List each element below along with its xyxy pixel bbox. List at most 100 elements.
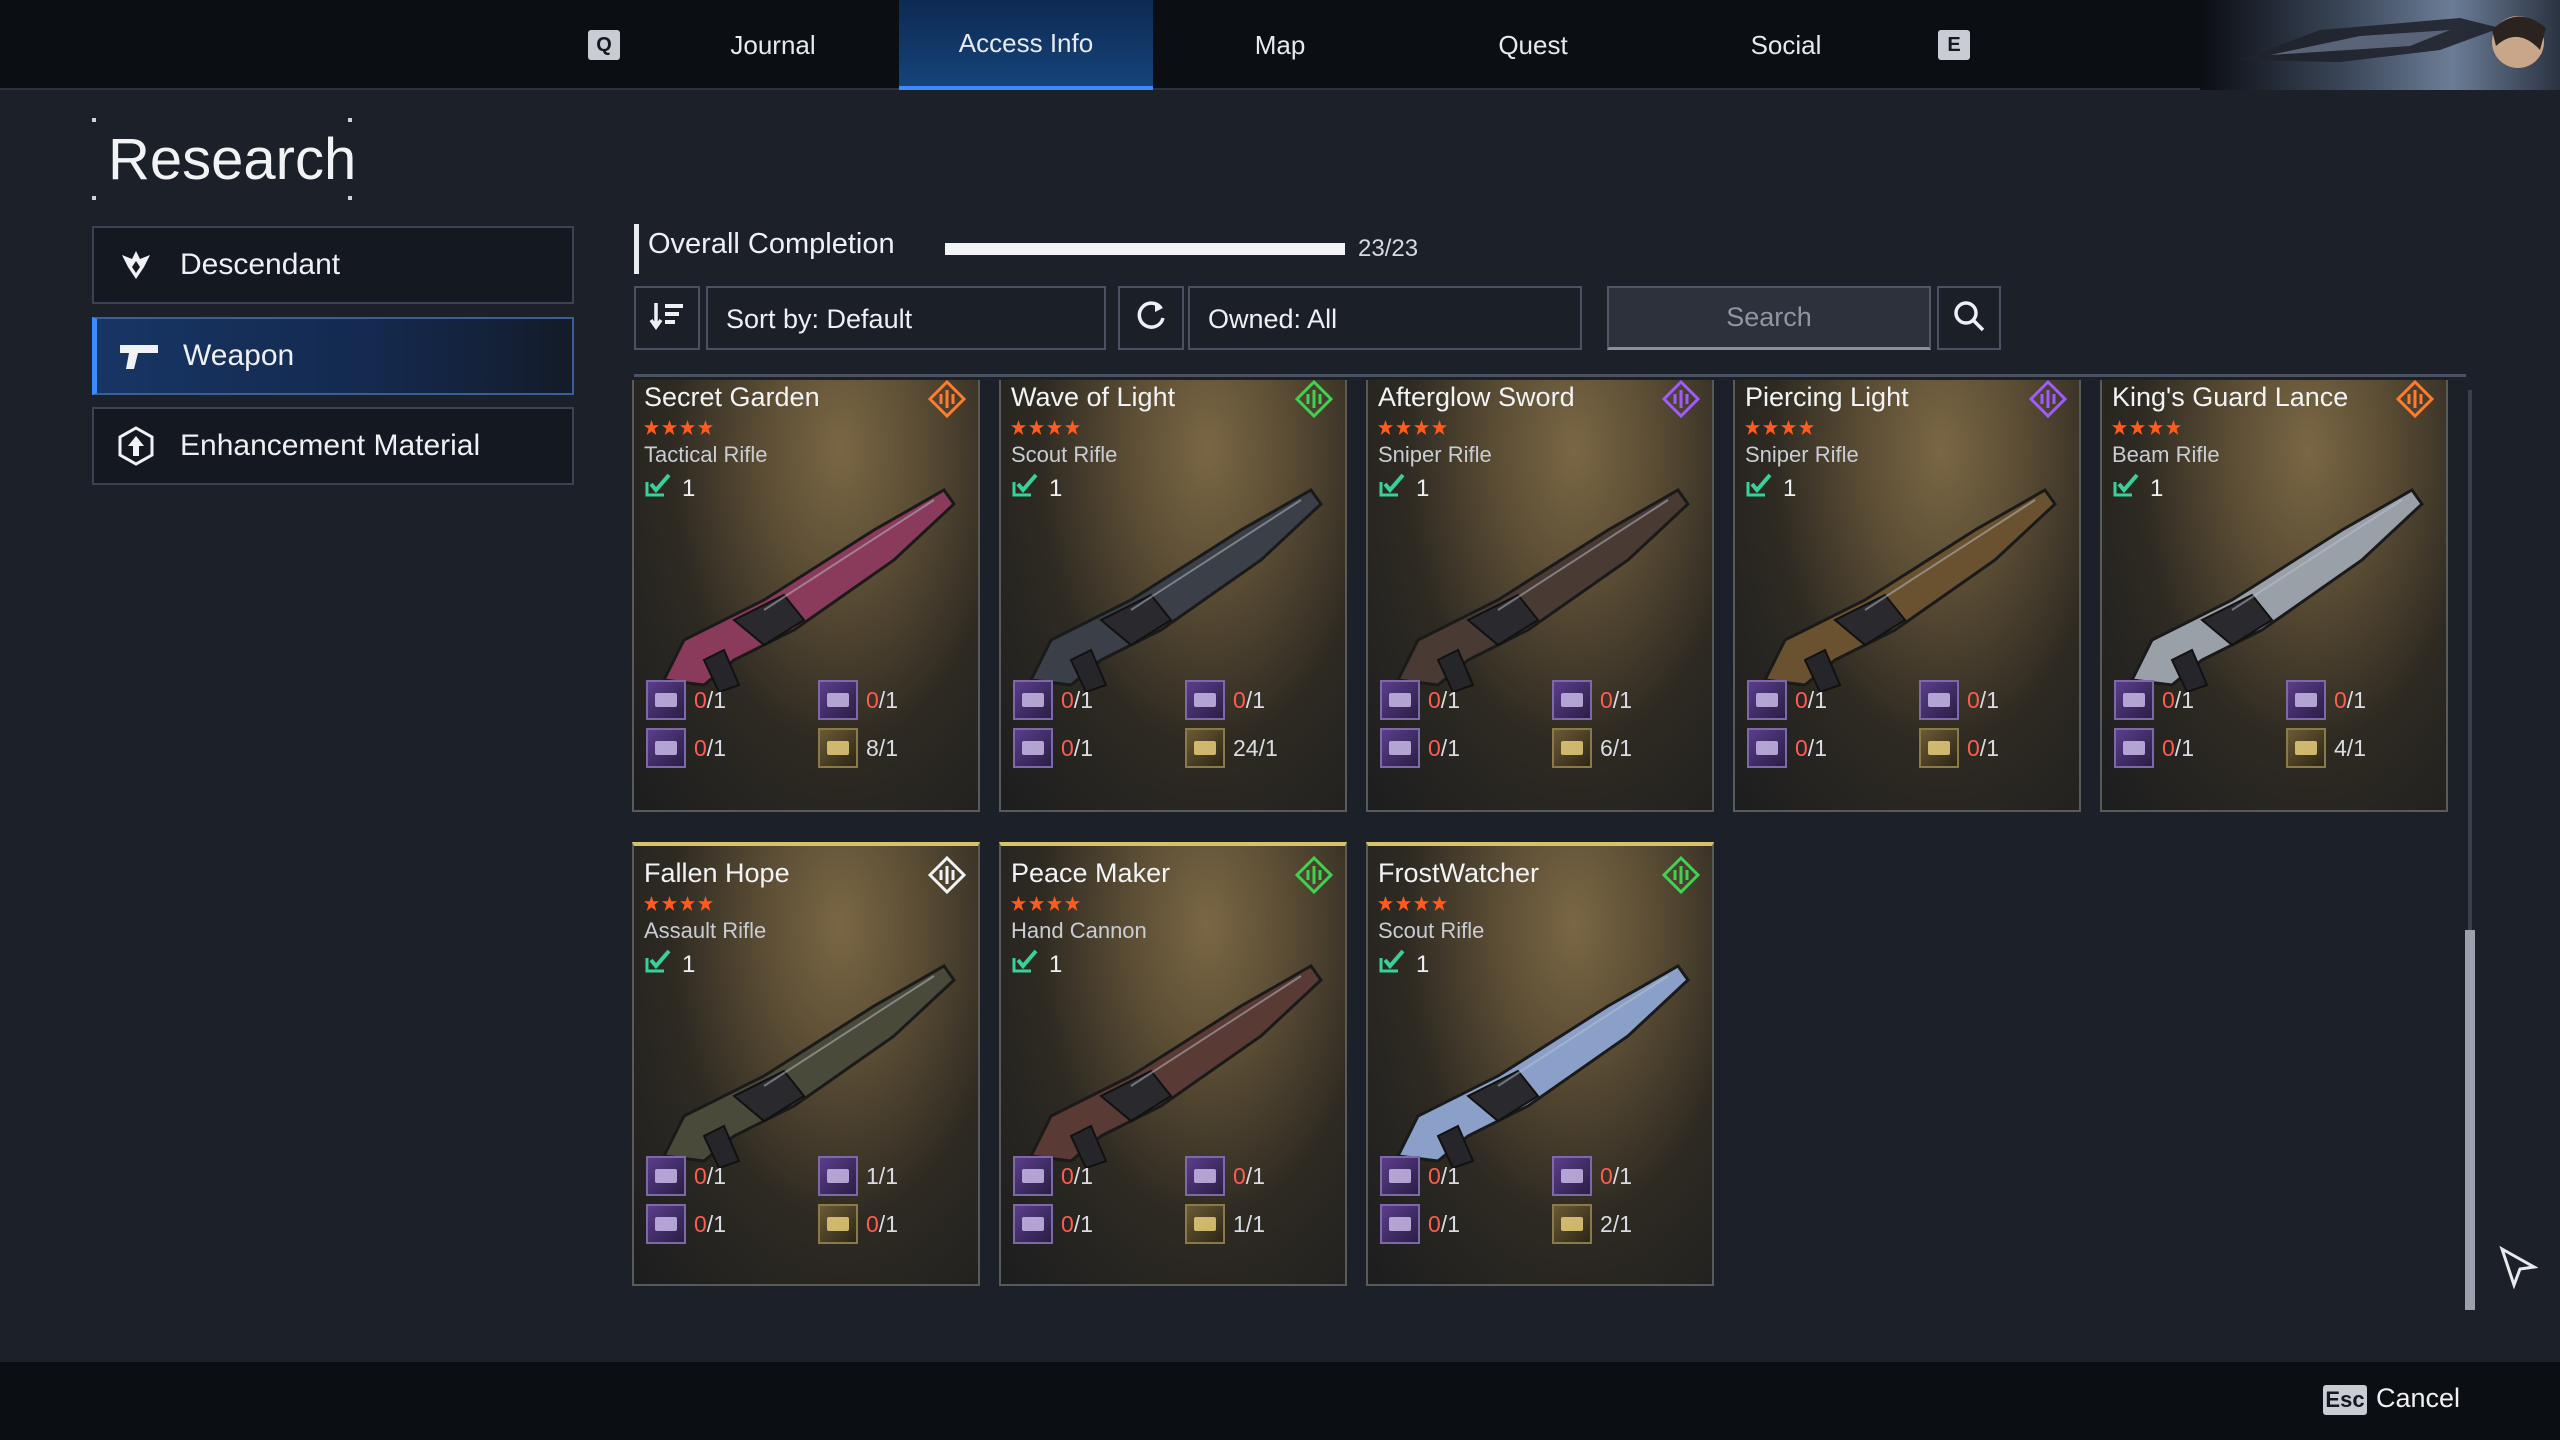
material-slot[interactable]: 0/1	[1380, 1156, 1460, 1196]
weapon-card-peace-maker[interactable]: Peace Maker Hand Cannon 1 0/1 0/1 0/1 1/…	[999, 842, 1347, 1286]
material-slot[interactable]: 0/1	[1380, 680, 1460, 720]
tab-quest[interactable]: Quest	[1406, 0, 1660, 90]
search-input[interactable]	[1607, 286, 1931, 350]
material-slot[interactable]: 0/1	[1185, 1156, 1265, 1196]
material-slot[interactable]: 2/1	[1552, 1204, 1632, 1244]
material-slot[interactable]: 0/1	[1013, 728, 1093, 768]
sidebar-item-enhancement-material[interactable]: Enhancement Material	[92, 407, 574, 485]
material-slot[interactable]: 0/1	[1013, 1204, 1093, 1244]
material-slot[interactable]: 24/1	[1185, 728, 1278, 768]
material-slot[interactable]: 0/1	[646, 1156, 726, 1196]
weapon-card-secret-garden[interactable]: Secret Garden Tactical Rifle 1 0/1 0/1 0…	[632, 380, 980, 812]
material-icon	[646, 1204, 686, 1244]
rarity-stars	[644, 420, 713, 436]
material-slot[interactable]: 0/1	[1185, 680, 1265, 720]
star-icon	[1799, 420, 1814, 435]
material-slot[interactable]: 0/1	[1013, 1156, 1093, 1196]
owned-count-value: 1	[1049, 474, 1063, 502]
material-slot[interactable]: 0/1	[1552, 1156, 1632, 1196]
material-count: 24/1	[1233, 734, 1278, 761]
material-slot[interactable]: 0/1	[2114, 680, 2194, 720]
material-slot[interactable]: 6/1	[1552, 728, 1632, 768]
material-slot[interactable]: 0/1	[646, 680, 726, 720]
material-slot[interactable]: 1/1	[1185, 1204, 1265, 1244]
scrollbar-thumb[interactable]	[2465, 930, 2475, 1310]
checkbox-check-icon	[2112, 472, 2140, 505]
q-key-hint[interactable]: Q	[588, 30, 620, 60]
e-key-hint[interactable]: E	[1938, 30, 1970, 60]
material-slot[interactable]: 1/1	[818, 1156, 898, 1196]
sort-order-button[interactable]	[634, 286, 700, 350]
material-slot[interactable]: 0/1	[1380, 1204, 1460, 1244]
weapon-card-wave-of-light[interactable]: Wave of Light Scout Rifle 1 0/1 0/1 0/1 …	[999, 380, 1347, 812]
rarity-stars	[644, 896, 713, 912]
weapon-card-king-s-guard-lance[interactable]: King's Guard Lance Beam Rifle 1 0/1 0/1 …	[2100, 380, 2448, 812]
search-button[interactable]	[1937, 286, 2001, 350]
star-icon	[1011, 420, 1026, 435]
material-slot[interactable]: 0/1	[1013, 680, 1093, 720]
material-slot[interactable]: 0/1	[1380, 728, 1460, 768]
sidebar-item-weapon[interactable]: Weapon	[92, 317, 574, 395]
checkbox-check-icon	[1378, 472, 1406, 505]
material-count: 0/1	[1061, 1210, 1093, 1237]
owned-count: 1	[1378, 948, 1429, 981]
checkbox-check-icon	[644, 948, 672, 981]
material-count: 0/1	[2162, 686, 2194, 713]
owned-count: 1	[644, 472, 695, 505]
weapon-name: Afterglow Sword	[1378, 382, 1575, 412]
star-icon	[2148, 420, 2163, 435]
material-slot[interactable]: 0/1	[646, 728, 726, 768]
sidebar-item-descendant[interactable]: Descendant	[92, 226, 574, 304]
material-slot[interactable]: 0/1	[818, 680, 898, 720]
owned-count-value: 1	[682, 950, 696, 978]
material-slot[interactable]: 0/1	[646, 1204, 726, 1244]
material-slot[interactable]: 0/1	[1919, 680, 1999, 720]
material-slot[interactable]: 0/1	[2114, 728, 2194, 768]
material-count: 0/1	[1428, 686, 1460, 713]
weapon-card-fallen-hope[interactable]: Fallen Hope Assault Rifle 1 0/1 1/1 0/1 …	[632, 842, 980, 1286]
cancel-button[interactable]: Cancel	[2376, 1383, 2460, 1414]
material-count: 1/1	[1233, 1210, 1265, 1237]
material-slot[interactable]: 0/1	[818, 1204, 898, 1244]
green-rarity-badge-icon	[1295, 380, 1333, 418]
material-count: 2/1	[1600, 1210, 1632, 1237]
material-count: 0/1	[1428, 1162, 1460, 1189]
reset-filter-button[interactable]	[1118, 286, 1184, 350]
tab-social[interactable]: Social	[1659, 0, 1913, 90]
material-count: 0/1	[1428, 734, 1460, 761]
star-icon	[1781, 420, 1796, 435]
weapon-card-frostwatcher[interactable]: FrostWatcher Scout Rifle 1 0/1 0/1 0/1 2…	[1366, 842, 1714, 1286]
esc-key-hint[interactable]: Esc	[2323, 1385, 2367, 1415]
hexagon-arrow-icon	[114, 424, 158, 468]
weapon-card-afterglow-sword[interactable]: Afterglow Sword Sniper Rifle 1 0/1 0/1 0…	[1366, 380, 1714, 812]
checkbox-check-icon	[1011, 472, 1039, 505]
material-icon	[1552, 1204, 1592, 1244]
material-slot[interactable]: 0/1	[1552, 680, 1632, 720]
weapon-name: Piercing Light	[1745, 382, 1909, 412]
weapon-type: Scout Rifle	[1378, 918, 1485, 943]
material-icon	[1013, 680, 1053, 720]
weapon-card-piercing-light[interactable]: Piercing Light Sniper Rifle 1 0/1 0/1 0/…	[1733, 380, 2081, 812]
tab-map[interactable]: Map	[1153, 0, 1407, 90]
star-icon	[2130, 420, 2145, 435]
owned-count: 1	[1011, 948, 1062, 981]
material-slot[interactable]: 8/1	[818, 728, 898, 768]
owned-count: 1	[1745, 472, 1796, 505]
tab-journal[interactable]: Journal	[646, 0, 900, 90]
owned-filter-dropdown[interactable]: Owned: All	[1188, 286, 1582, 350]
weapon-type: Hand Cannon	[1011, 918, 1147, 943]
research-materials: 0/1 0/1 0/1 4/1	[2114, 680, 2444, 790]
material-slot[interactable]: 0/1	[2286, 680, 2366, 720]
sort-dropdown[interactable]: Sort by: Default	[706, 286, 1106, 350]
material-slot[interactable]: 0/1	[1919, 728, 1999, 768]
rarity-stars	[1745, 420, 1814, 436]
material-icon	[1747, 680, 1787, 720]
material-slot[interactable]: 0/1	[1747, 728, 1827, 768]
material-slot[interactable]: 4/1	[2286, 728, 2366, 768]
star-icon	[1065, 420, 1080, 435]
material-slot[interactable]: 0/1	[1747, 680, 1827, 720]
tab-access-info[interactable]: Access Info	[899, 0, 1153, 90]
material-count: 0/1	[694, 686, 726, 713]
material-count: 8/1	[866, 734, 898, 761]
material-count: 4/1	[2334, 734, 2366, 761]
